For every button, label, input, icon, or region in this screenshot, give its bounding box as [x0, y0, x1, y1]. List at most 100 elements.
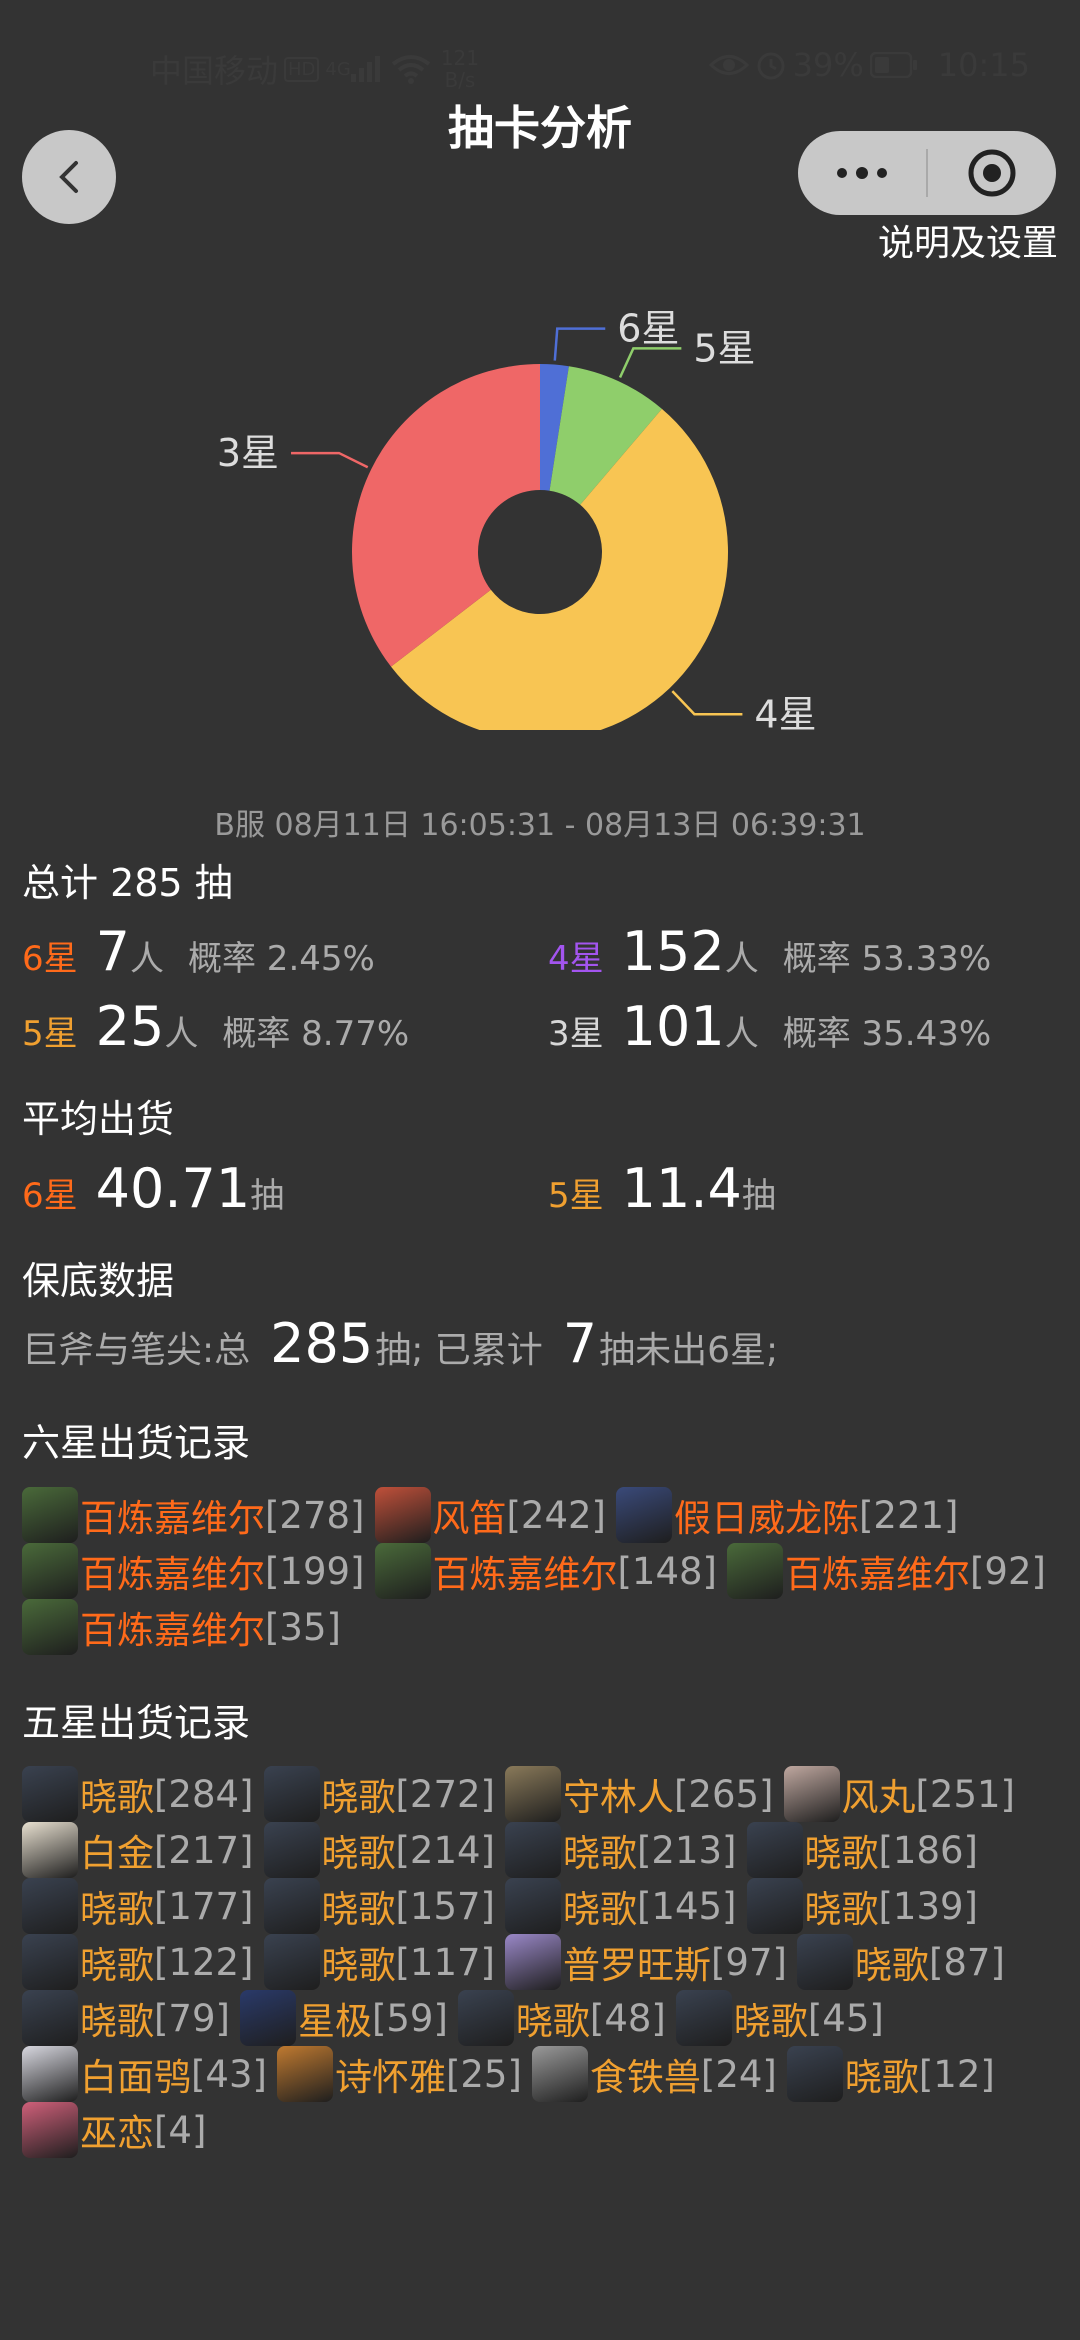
five-star-record[interactable]: 诗怀雅 [25] [276, 2046, 522, 2102]
pull-number: [122] [154, 1940, 254, 1984]
slice-label-3: 3星 [217, 431, 279, 475]
five-star-record[interactable]: 晓歌 [45] [675, 1990, 884, 2046]
stat-4star-unit: 人 [724, 939, 759, 979]
five-star-record[interactable]: 晓歌 [284] [22, 1766, 254, 1822]
five-star-record[interactable]: 晓歌 [79] [22, 1990, 230, 2046]
pull-number: [35] [265, 1605, 341, 1649]
more-button[interactable] [798, 131, 926, 215]
close-miniapp-button[interactable] [928, 131, 1056, 215]
six-star-record[interactable]: 百炼嘉维尔 [148] [374, 1543, 717, 1599]
five-star-record[interactable]: 晓歌 [48] [457, 1990, 666, 2046]
pull-number: [186] [878, 1828, 979, 1872]
five-star-record[interactable]: 晓歌 [272] [263, 1766, 495, 1822]
stat-4star: 4星 152 人 概率 53.33% [548, 920, 991, 983]
operator-name: 晓歌 [80, 1888, 154, 1931]
pull-number: [79] [154, 1996, 230, 2040]
average-title: 平均出货 [22, 1097, 175, 1141]
operator-name: 晓歌 [563, 1888, 637, 1931]
five-star-record[interactable]: 晓歌 [177] [22, 1878, 254, 1934]
pull-number: [217] [154, 1828, 254, 1872]
six-star-record[interactable]: 假日威龙陈 [221] [616, 1487, 959, 1543]
six-star-record[interactable]: 百炼嘉维尔 [199] [22, 1543, 365, 1599]
operator-name: 白金 [80, 1832, 154, 1875]
leader-line-2 [671, 690, 743, 716]
five-star-record[interactable]: 晓歌 [214] [263, 1822, 496, 1878]
six-star-record[interactable]: 风笛 [242] [374, 1487, 606, 1543]
operator-name: 诗怀雅 [334, 2056, 446, 2099]
six-star-records-title: 六星出货记录 [22, 1421, 251, 1465]
pull-number: [97] [711, 1940, 787, 1984]
network-label: 4G [325, 58, 351, 80]
stat-6star: 6星 7 人 概率 2.45% [22, 920, 375, 983]
pull-number: [278] [265, 1493, 365, 1537]
average-6star-value: 40.71 [95, 1157, 251, 1220]
pull-number: [177] [154, 1884, 254, 1928]
pull-number: [284] [154, 1772, 254, 1816]
alarm-icon [757, 52, 785, 80]
operator-name: 巫恋 [80, 2112, 154, 2155]
pull-number: [59] [371, 1996, 448, 2040]
operator-avatar [505, 1878, 561, 1934]
leader-line-0 [553, 327, 606, 361]
operator-name: 晓歌 [515, 2000, 590, 2043]
stat-6star-count: 7 [95, 920, 130, 983]
operator-name: 晓歌 [844, 2056, 919, 2099]
operator-avatar [746, 1878, 803, 1934]
pity-accum: 7 [562, 1312, 598, 1375]
pity-suffix: 抽未出6星; [599, 1330, 779, 1371]
pull-number: [214] [395, 1828, 496, 1872]
operator-avatar [505, 1934, 561, 1990]
stat-3star-label: 3星 [548, 1014, 604, 1054]
operator-name: 守林人 [563, 1776, 674, 1819]
total-pulls-label: 总计 285 抽 [22, 861, 233, 905]
five-star-record[interactable]: 晓歌 [87] [796, 1934, 1005, 1990]
six-star-record[interactable]: 百炼嘉维尔 [92] [727, 1543, 1046, 1599]
five-star-record[interactable]: 晓歌 [145] [505, 1878, 737, 1934]
status-bar: 中国移动 HD 4G 121 B/s 39% 10:15 [0, 40, 1080, 91]
five-star-records-title: 五星出货记录 [22, 1701, 251, 1745]
operator-avatar [505, 1822, 561, 1878]
operator-avatar [374, 1543, 431, 1599]
five-star-record[interactable]: 晓歌 [139] [746, 1878, 978, 1934]
five-star-record[interactable]: 晓歌 [186] [746, 1822, 979, 1878]
five-star-record[interactable]: 星极 [59] [239, 1990, 448, 2046]
five-star-records-list: 晓歌 [284] 晓歌 [272] 守林人 [265] 风丸 [251] 白金 [217] 晓歌 [2… [22, 1766, 1062, 2158]
operator-avatar [22, 1990, 78, 2046]
operator-name: 假日威龙陈 [674, 1497, 859, 1540]
operator-name: 晓歌 [804, 1888, 879, 1931]
six-star-record[interactable]: 百炼嘉维尔 [35] [22, 1599, 341, 1655]
pull-number: [45] [807, 1996, 884, 2040]
battery-icon [869, 52, 917, 78]
average-5star: 5星 11.4 抽 [548, 1157, 776, 1220]
five-star-record[interactable]: 白金 [217] [22, 1822, 254, 1878]
five-star-record[interactable]: 白面鸮 [43] [22, 2046, 267, 2102]
pity-mid: 抽; 已累计 [375, 1330, 543, 1371]
five-star-record[interactable]: 晓歌 [122] [22, 1934, 254, 1990]
operator-name: 普罗旺斯 [563, 1944, 711, 1987]
more-dots-icon [837, 167, 887, 179]
date-range: B服 08月11日 16:05:31 - 08月13日 06:39:31 [214, 808, 866, 843]
five-star-record[interactable]: 晓歌 [213] [505, 1822, 737, 1878]
five-star-record[interactable]: 风丸 [251] [783, 1766, 1016, 1822]
five-star-record[interactable]: 晓歌 [157] [263, 1878, 495, 1934]
pity-title: 保底数据 [22, 1259, 175, 1303]
five-star-record[interactable]: 巫恋 [4] [22, 2102, 206, 2158]
leader-line-1 [618, 347, 682, 378]
five-star-record[interactable]: 普罗旺斯 [97] [505, 1934, 787, 1990]
operator-name: 晓歌 [321, 1832, 396, 1875]
five-star-record[interactable]: 守林人 [265] [505, 1766, 774, 1822]
pull-number: [25] [445, 2052, 522, 2096]
pull-number: [92] [970, 1549, 1046, 1593]
stat-4star-label: 4星 [548, 939, 604, 979]
six-star-record[interactable]: 百炼嘉维尔 [278] [22, 1487, 365, 1543]
back-button[interactable] [22, 130, 116, 224]
operator-name: 风丸 [841, 1776, 916, 1819]
operator-avatar [505, 1766, 561, 1822]
five-star-record[interactable]: 食铁兽 [24] [531, 2046, 777, 2102]
stat-4star-count: 152 [621, 920, 725, 983]
mini-program-capsule [798, 131, 1056, 215]
pull-number: [213] [637, 1828, 737, 1872]
five-star-record[interactable]: 晓歌 [117] [263, 1934, 495, 1990]
five-star-record[interactable]: 晓歌 [12] [786, 2046, 995, 2102]
pull-number: [251] [915, 1772, 1016, 1816]
